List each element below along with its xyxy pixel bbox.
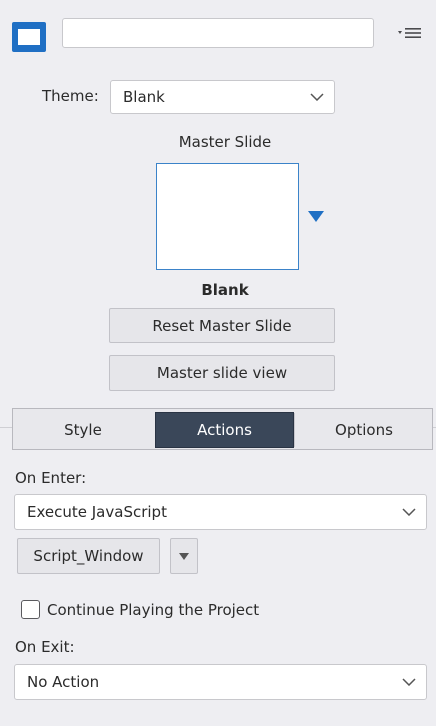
theme-select[interactable]: Blank (110, 80, 335, 114)
script-window-button[interactable]: Script_Window (17, 538, 160, 574)
triangle-down-icon (179, 552, 189, 560)
continue-playing-label[interactable]: Continue Playing the Project (47, 601, 259, 619)
chevron-down-icon (402, 678, 416, 686)
master-slide-name: Blank (201, 281, 249, 299)
on-exit-value: No Action (27, 673, 100, 691)
master-slide-thumbnail[interactable] (156, 163, 299, 270)
master-slide-view-button[interactable]: Master slide view (109, 355, 335, 391)
reset-master-slide-button[interactable]: Reset Master Slide (109, 308, 335, 343)
on-exit-label: On Exit: (15, 638, 75, 656)
tab-style[interactable]: Style (13, 413, 153, 447)
continue-playing-checkbox[interactable] (21, 600, 40, 619)
panel-menu-icon[interactable] (397, 24, 423, 42)
master-slide-dropdown-icon[interactable] (307, 209, 325, 222)
master-slide-title: Master Slide (178, 133, 272, 151)
chevron-down-icon (402, 508, 416, 516)
properties-tab-bar: Style Actions Options (12, 408, 433, 450)
on-exit-select[interactable]: No Action (14, 664, 427, 700)
on-enter-value: Execute JavaScript (27, 503, 167, 521)
theme-label: Theme: (42, 87, 99, 105)
slide-name-input[interactable] (62, 18, 374, 48)
chevron-down-icon (310, 93, 324, 101)
slide-thumbnail-icon[interactable] (12, 22, 46, 52)
tab-options[interactable]: Options (294, 413, 433, 447)
on-enter-select[interactable]: Execute JavaScript (14, 494, 427, 530)
slide-thumbnail-inner (17, 28, 41, 46)
tab-actions[interactable]: Actions (155, 412, 294, 448)
theme-selected-value: Blank (123, 88, 165, 106)
on-enter-label: On Enter: (15, 469, 87, 487)
script-options-button[interactable] (170, 538, 198, 574)
